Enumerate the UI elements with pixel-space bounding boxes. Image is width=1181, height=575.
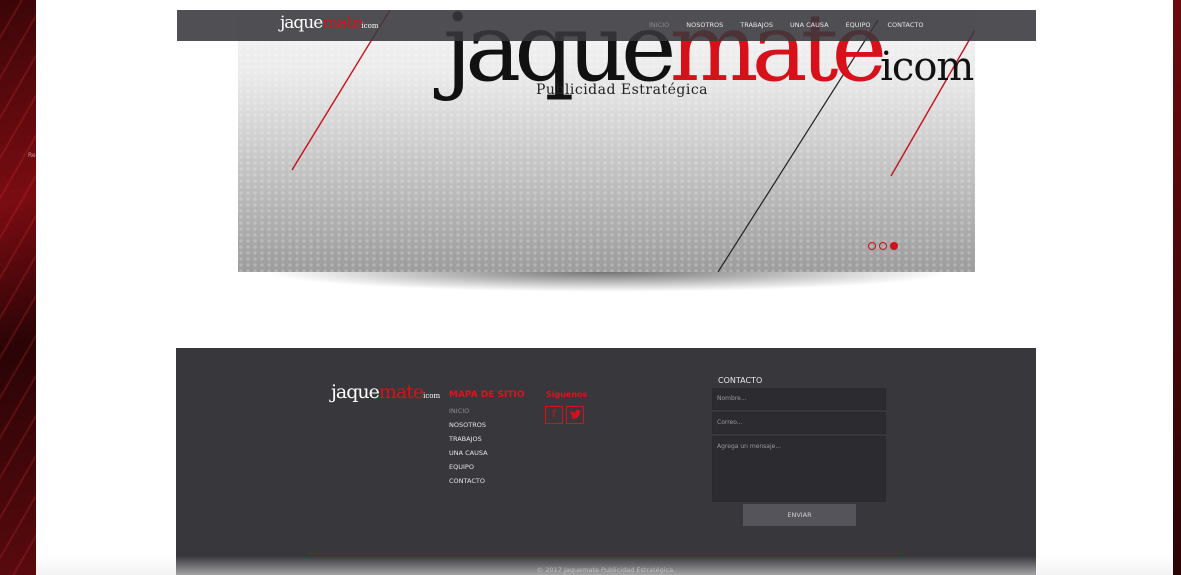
nav-item-una-causa[interactable]: UNA CAUSA bbox=[790, 21, 829, 29]
nav-item-inicio[interactable]: INICIO bbox=[649, 21, 669, 29]
hero-slider: jaquemateicom Publicidad Estratégica bbox=[238, 10, 975, 272]
left-edge-text: Re bbox=[28, 152, 36, 159]
name-field[interactable]: Nombre... bbox=[712, 388, 886, 410]
contact-title: CONTACTO bbox=[718, 376, 763, 385]
nav-item-nosotros[interactable]: NOSOTROS bbox=[686, 21, 723, 29]
background-left-panel bbox=[0, 0, 36, 575]
nav-item-equipo[interactable]: EQUIPO bbox=[846, 21, 871, 29]
email-field[interactable]: Correo... bbox=[712, 412, 886, 434]
footer-divider bbox=[309, 553, 903, 554]
slider-dot-1[interactable] bbox=[868, 242, 876, 250]
sitemap-title: MAPA DE SITIO bbox=[449, 390, 525, 400]
follow-title: Síguenos bbox=[546, 390, 588, 399]
nav-logo[interactable]: jaquemateicom bbox=[280, 13, 378, 33]
nav-item-trabajos[interactable]: TRABAJOS bbox=[740, 21, 773, 29]
slider-dot-2[interactable] bbox=[879, 242, 887, 250]
sitemap-link-inicio[interactable]: INICIO bbox=[449, 404, 488, 418]
sitemap-list: INICIO NOSOTROS TRABAJOS UNA CAUSA EQUIP… bbox=[449, 404, 488, 488]
copyright-text: © 2017 Jaquemate Publicidad Estratégica. bbox=[536, 566, 676, 574]
top-navbar: jaquemateicom INICIO NOSOTROS TRABAJOS U… bbox=[177, 10, 1036, 41]
footer-logo-black: jaque bbox=[331, 381, 380, 403]
nav-menu: INICIO NOSOTROS TRABAJOS UNA CAUSA EQUIP… bbox=[649, 21, 940, 29]
facebook-icon[interactable]: f bbox=[545, 406, 563, 424]
sitemap-link-una-causa[interactable]: UNA CAUSA bbox=[449, 446, 488, 460]
hero-shadow bbox=[262, 272, 952, 292]
sitemap-link-nosotros[interactable]: NOSOTROS bbox=[449, 418, 488, 432]
nav-logo-red: mate bbox=[322, 13, 362, 33]
slider-pagination bbox=[868, 242, 901, 250]
nav-logo-black: jaque bbox=[280, 13, 323, 33]
sitemap-link-contacto[interactable]: CONTACTO bbox=[449, 474, 488, 488]
sitemap-link-equipo[interactable]: EQUIPO bbox=[449, 460, 488, 474]
footer: jaquemateicom MAPA DE SITIO INICIO NOSOT… bbox=[176, 348, 1036, 575]
twitter-icon[interactable] bbox=[566, 406, 584, 424]
footer-logo-red: mate bbox=[378, 381, 424, 403]
message-textarea[interactable]: Agrega un mensaje... bbox=[712, 436, 886, 502]
nav-item-contacto[interactable]: CONTACTO bbox=[888, 21, 924, 29]
slider-dot-3[interactable] bbox=[890, 242, 898, 250]
social-links: f bbox=[545, 406, 587, 424]
background-right-panel bbox=[1173, 0, 1181, 575]
footer-logo[interactable]: jaquemateicom bbox=[331, 381, 440, 403]
hero-logo-suffix: icom bbox=[880, 44, 974, 90]
hero-tagline: Publicidad Estratégica bbox=[536, 82, 708, 98]
twitter-bird-icon bbox=[569, 410, 581, 419]
sitemap-link-trabajos[interactable]: TRABAJOS bbox=[449, 432, 488, 446]
nav-logo-suffix: icom bbox=[361, 22, 379, 30]
top-strip bbox=[0, 0, 1181, 9]
footer-logo-suffix: icom bbox=[423, 392, 441, 400]
send-button[interactable]: ENVIAR bbox=[743, 504, 856, 526]
